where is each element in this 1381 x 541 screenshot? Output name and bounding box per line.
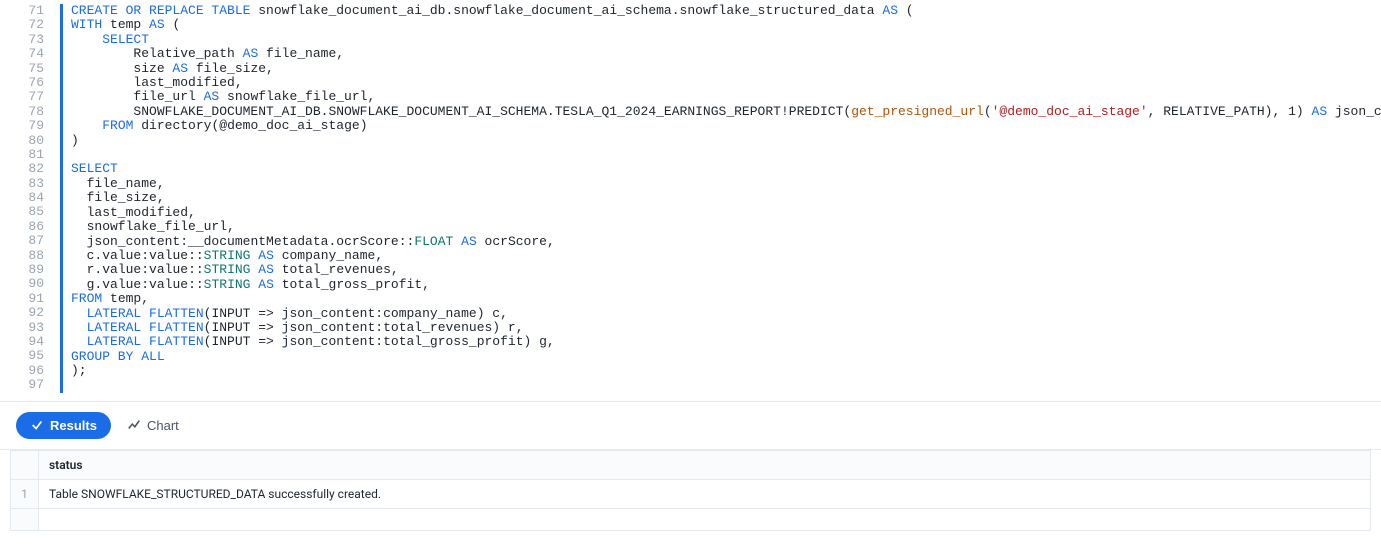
line-number: 76 — [0, 76, 44, 90]
results-icon — [30, 418, 44, 432]
code-line[interactable]: ); — [71, 364, 1381, 378]
results-panel: status 1Table SNOWFLAKE_STRUCTURED_DATA … — [0, 450, 1381, 541]
line-number: 84 — [0, 191, 44, 205]
line-number: 74 — [0, 47, 44, 61]
code-line[interactable]: file_size, — [71, 191, 1381, 205]
code-line[interactable]: file_url AS snowflake_file_url, — [71, 90, 1381, 104]
chart-icon — [127, 418, 141, 432]
line-number: 97 — [0, 378, 44, 392]
code-line[interactable]: json_content:__documentMetadata.ocrScore… — [71, 235, 1381, 249]
code-line[interactable] — [71, 148, 1381, 162]
line-number: 92 — [0, 306, 44, 320]
results-toolbar: Results Chart — [0, 401, 1381, 450]
line-number: 71 — [0, 4, 44, 18]
code-line[interactable]: c.value:value::STRING AS company_name, — [71, 249, 1381, 263]
line-number: 95 — [0, 349, 44, 363]
line-number: 93 — [0, 321, 44, 335]
line-number-gutter: 7172737475767778798081828384858687888990… — [0, 4, 60, 393]
code-line[interactable]: FROM directory(@demo_doc_ai_stage) — [71, 119, 1381, 133]
result-cell[interactable]: Table SNOWFLAKE_STRUCTURED_DATA successf… — [39, 479, 1371, 508]
results-tab-label: Results — [50, 418, 97, 433]
line-number: 96 — [0, 364, 44, 378]
line-number: 79 — [0, 119, 44, 133]
code-line[interactable]: size AS file_size, — [71, 62, 1381, 76]
line-number: 80 — [0, 134, 44, 148]
code-line[interactable]: SELECT — [71, 162, 1381, 176]
table-row-empty — [11, 508, 1371, 530]
code-line[interactable]: CREATE OR REPLACE TABLE snowflake_docume… — [71, 4, 1381, 18]
line-number: 82 — [0, 162, 44, 176]
table-row[interactable]: 1Table SNOWFLAKE_STRUCTURED_DATA success… — [11, 479, 1371, 508]
line-number: 72 — [0, 18, 44, 32]
code-line[interactable]: ) — [71, 134, 1381, 148]
line-number: 94 — [0, 335, 44, 349]
line-number: 90 — [0, 277, 44, 291]
sql-editor[interactable]: 7172737475767778798081828384858687888990… — [0, 0, 1381, 393]
line-number: 73 — [0, 33, 44, 47]
row-number-cell: 1 — [11, 479, 39, 508]
column-header-status[interactable]: status — [39, 450, 1371, 479]
code-line[interactable]: last_modified, — [71, 76, 1381, 90]
code-line[interactable]: FROM temp, — [71, 292, 1381, 306]
code-area[interactable]: CREATE OR REPLACE TABLE snowflake_docume… — [60, 4, 1381, 393]
code-line[interactable]: SNOWFLAKE_DOCUMENT_AI_DB.SNOWFLAKE_DOCUM… — [71, 105, 1381, 119]
code-line[interactable]: g.value:value::STRING AS total_gross_pro… — [71, 278, 1381, 292]
code-line[interactable]: WITH temp AS ( — [71, 18, 1381, 32]
line-number: 87 — [0, 234, 44, 248]
chart-tab[interactable]: Chart — [127, 418, 179, 433]
code-line[interactable]: snowflake_file_url, — [71, 220, 1381, 234]
results-tab[interactable]: Results — [16, 412, 111, 439]
code-line[interactable]: LATERAL FLATTEN(INPUT => json_content:to… — [71, 335, 1381, 349]
code-line[interactable]: GROUP BY ALL — [71, 350, 1381, 364]
line-number: 89 — [0, 263, 44, 277]
code-line[interactable] — [71, 379, 1381, 393]
results-table[interactable]: status 1Table SNOWFLAKE_STRUCTURED_DATA … — [10, 450, 1371, 531]
code-line[interactable]: LATERAL FLATTEN(INPUT => json_content:co… — [71, 307, 1381, 321]
line-number: 86 — [0, 220, 44, 234]
code-line[interactable]: last_modified, — [71, 206, 1381, 220]
code-line[interactable]: file_name, — [71, 177, 1381, 191]
line-number: 78 — [0, 105, 44, 119]
line-number: 77 — [0, 90, 44, 104]
line-number: 88 — [0, 249, 44, 263]
row-number-header — [11, 450, 39, 479]
chart-tab-label: Chart — [147, 418, 179, 433]
line-number: 81 — [0, 148, 44, 162]
line-number: 83 — [0, 177, 44, 191]
code-line[interactable]: SELECT — [71, 33, 1381, 47]
line-number: 75 — [0, 62, 44, 76]
line-number: 91 — [0, 292, 44, 306]
code-line[interactable]: r.value:value::STRING AS total_revenues, — [71, 263, 1381, 277]
line-number: 85 — [0, 205, 44, 219]
code-line[interactable]: Relative_path AS file_name, — [71, 47, 1381, 61]
code-line[interactable]: LATERAL FLATTEN(INPUT => json_content:to… — [71, 321, 1381, 335]
